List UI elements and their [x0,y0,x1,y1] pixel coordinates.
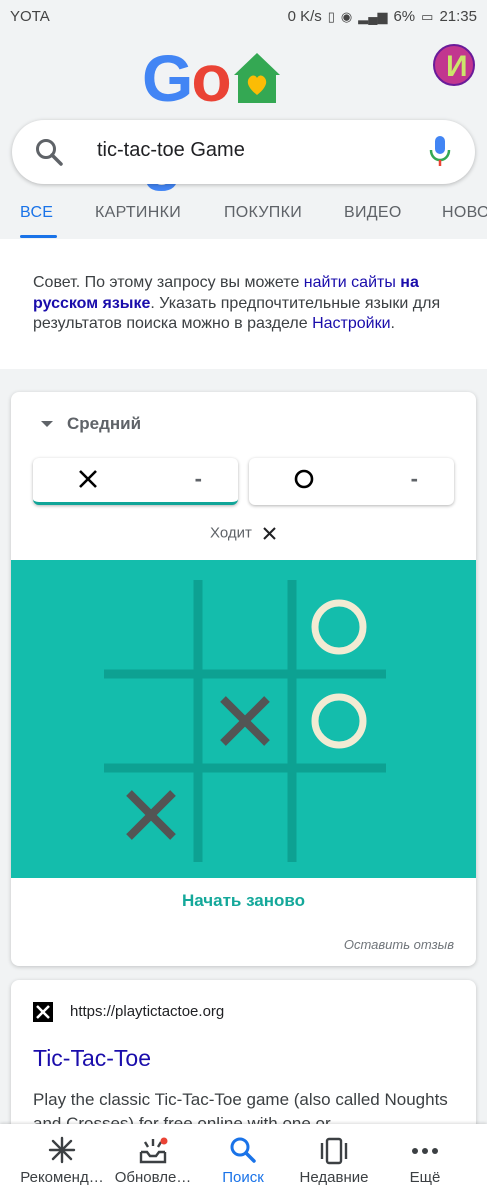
game-board [11,560,476,878]
score-o-value: - [410,466,418,491]
tip-prefix: Совет. По этому запросу вы можете [33,274,304,291]
cell-empty[interactable] [104,580,198,674]
result-title[interactable]: Tic-Tac-Toe [33,1045,151,1072]
search-box[interactable]: tic-tac-toe Game [12,120,475,184]
microphone-icon[interactable] [429,134,451,173]
tip-link-settings[interactable]: Настройки [312,315,390,332]
battery-icon: ▭ [421,8,434,24]
search-tabs: ВСЕ КАРТИНКИ ПОКУПКИ ВИДЕО НОВО [0,192,487,239]
eye-icon: ◉ [340,8,353,24]
difficulty-dropdown[interactable]: Средний [41,414,141,434]
active-tab-indicator [20,235,57,238]
search-nav-icon [193,1136,293,1166]
recent-icon [284,1136,384,1166]
site-favicon-icon [33,1002,53,1022]
logo-letter-o: o [191,41,231,115]
dropdown-arrow-icon [41,421,53,427]
nav-recent[interactable]: Недавние [284,1124,384,1200]
carrier-name: YOTA [10,8,50,25]
tab-news[interactable]: НОВО [442,204,487,222]
turn-x-icon [263,526,276,540]
status-bar: YOTA 0 K/s ▯ ◉ ▂▄▆ 6% ▭ 21:35 [0,0,487,34]
tab-shopping[interactable]: ПОКУПКИ [224,204,302,222]
cell-empty[interactable] [104,674,198,768]
header: Gogle И tic-tac-toe Game ВСЕ КАРТИНКИ ПО… [0,34,487,239]
tab-all[interactable]: ВСЕ [20,204,53,222]
x-icon [77,468,99,495]
cell-empty[interactable] [292,768,386,862]
status-icons: 0 K/s ▯ ◉ ▂▄▆ 6% ▭ 21:35 [288,8,477,25]
nav-search[interactable]: Поиск [193,1124,293,1200]
restart-button[interactable]: Начать заново [11,891,476,911]
result-url[interactable]: https://playtictactoe.org [70,1003,224,1020]
clock: 21:35 [439,8,477,25]
score-x-button[interactable]: - [33,458,238,505]
network-speed: 0 K/s [287,8,322,25]
more-icon [375,1136,475,1166]
avatar-letter: И [446,50,468,83]
turn-indicator: Ходит [11,524,476,542]
tip-text: Совет. По этому запросу вы можете найти … [33,273,453,335]
score-o-button[interactable]: - [249,458,454,505]
nav-search-label: Поиск [222,1169,264,1186]
sparkle-icon [12,1136,112,1166]
tic-tac-toe-card: Средний - - Ходит Начать заново Оставить… [11,392,476,966]
difficulty-label: Средний [67,414,142,433]
cell-x[interactable] [104,768,198,862]
feedback-link[interactable]: Оставить отзыв [344,937,454,952]
nav-updates-label: Обновле… [114,1169,192,1186]
o-icon [293,468,315,495]
house-heart-icon [230,40,284,116]
score-x-value: - [194,466,202,491]
google-logo[interactable]: Gogle [142,40,352,191]
nav-recommended-label: Рекоменд… [20,1169,104,1186]
nav-updates[interactable]: Обновле… [103,1124,203,1200]
nav-more-label: Ещё [409,1169,441,1186]
tab-video[interactable]: ВИДЕО [344,204,402,222]
nav-recent-label: Недавние [299,1169,369,1186]
updates-icon [103,1136,203,1166]
search-icon[interactable] [34,137,64,172]
signal-icon: ▂▄▆ [358,8,388,24]
cell-o[interactable] [292,674,386,768]
logo-letter-g: G [142,41,193,115]
tab-images[interactable]: КАРТИНКИ [95,204,181,222]
language-tip: Совет. По этому запросу вы можете найти … [0,239,487,369]
tip-suffix: . [390,315,395,332]
cell-o[interactable] [292,580,386,674]
cell-x[interactable] [198,674,292,768]
cell-empty[interactable] [198,580,292,674]
nav-more[interactable]: Ещё [375,1124,475,1200]
search-input[interactable]: tic-tac-toe Game [97,139,245,162]
avatar[interactable]: И [433,44,475,86]
cell-empty[interactable] [198,768,292,862]
nav-recommended[interactable]: Рекоменд… [12,1124,112,1200]
battery-percent: 6% [393,8,416,25]
tip-link-sites[interactable]: найти сайты [304,274,396,291]
turn-label: Ходит [209,524,252,542]
bottom-navigation: Рекоменд… Обновле… Поиск Недавние Ещё [0,1124,487,1200]
vibrate-icon: ▯ [327,8,335,24]
